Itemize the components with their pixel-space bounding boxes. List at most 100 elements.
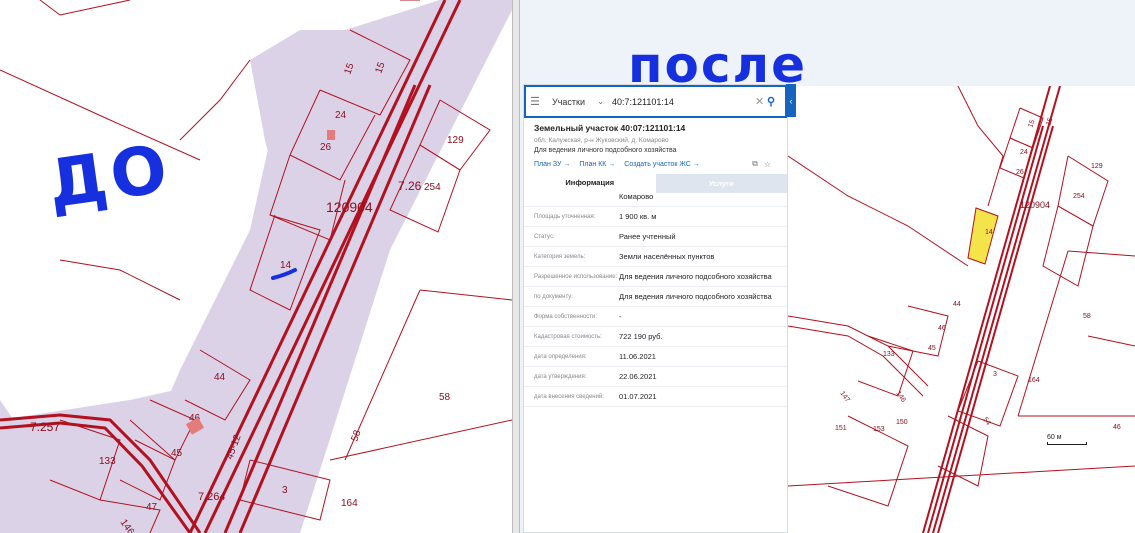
map-label: 133	[99, 456, 116, 467]
panel-tabs: Информация Услуги	[524, 174, 787, 193]
parcel-title: Земельный участок 40:07:121101:14	[534, 123, 686, 133]
map-label: 26	[320, 142, 332, 153]
info-key: Форма собственности:	[534, 313, 598, 320]
map-label: 47	[146, 502, 158, 513]
map-label: 7.257	[30, 420, 60, 434]
map-label: 24	[1020, 149, 1028, 156]
map-label: 44	[953, 301, 961, 308]
info-row: по документу: Для ведения личного подсоб…	[524, 287, 787, 307]
info-value: 11.06.2021	[619, 351, 656, 361]
info-row: Разрешенное использование: Для ведения л…	[524, 267, 787, 287]
clear-icon[interactable]: ✕	[755, 95, 767, 108]
map-after[interactable]: 15 15 24 26 129 254 120904 14 44 46 45 1…	[788, 86, 1135, 533]
info-value: 22.06.2021	[619, 371, 657, 381]
map-label: 14	[280, 260, 292, 271]
map-label: 164	[341, 498, 358, 509]
info-key: Площадь уточненная:	[534, 213, 596, 220]
info-row: Форма собственности: -	[524, 307, 787, 327]
tab-information[interactable]: Информация	[524, 174, 656, 193]
map-label: 7.26	[398, 179, 422, 193]
map-label: 129	[447, 135, 464, 146]
plan-kk-link[interactable]: План КК →	[579, 161, 615, 168]
map-label: 24	[335, 110, 347, 121]
map-label: 58	[439, 392, 451, 403]
search-icon[interactable]: ⚲	[767, 95, 781, 108]
plan-zu-link[interactable]: План ЗУ →	[534, 161, 570, 168]
info-rows: Комарово Площадь уточненная: 1 900 кв. м…	[524, 193, 787, 453]
info-value: 1 900 кв. м	[619, 211, 657, 221]
map-label: 146	[894, 390, 906, 404]
info-row: дата определения: 11.06.2021	[524, 347, 787, 367]
map-scale-label: 60 м	[1047, 434, 1062, 441]
map-label: 44	[214, 372, 226, 383]
info-key: Статус:	[534, 233, 555, 240]
cadastral-map-before: 15 15 24 26 129 7.26 254 120904 14 44 46…	[0, 0, 512, 533]
map-label: 129	[1091, 163, 1103, 170]
map-label: 15	[1027, 119, 1036, 129]
map-label: 14	[985, 229, 993, 236]
chevron-down-icon: ⌄	[597, 97, 604, 106]
info-key: по документу:	[534, 293, 573, 300]
info-row: Категория земель: Земли населённых пункт…	[524, 247, 787, 267]
map-before[interactable]: 15 15 24 26 129 7.26 254 120904 14 44 46…	[0, 0, 512, 533]
info-key: Разрешенное использование:	[534, 273, 618, 280]
map-label: 150	[896, 419, 908, 426]
map-label: 151	[835, 425, 847, 432]
info-key: дата утверждения:	[534, 373, 587, 380]
map-label: 147	[838, 390, 850, 404]
info-value: Земли населённых пунктов	[619, 251, 715, 261]
map-label: 133	[883, 351, 895, 358]
selected-parcel[interactable]	[967, 207, 999, 265]
create-parcel-link[interactable]: Создать участок ЖС →	[624, 161, 700, 168]
info-row: Статус: Ранее учтенный	[524, 227, 787, 247]
tab-services[interactable]: Услуги	[655, 174, 787, 193]
info-value: Для ведения личного подсобного хозяйства	[619, 291, 772, 301]
info-key: дата определения:	[534, 353, 587, 360]
map-label: 58	[349, 428, 363, 443]
map-label: 26	[1016, 169, 1024, 176]
map-label: 3	[282, 485, 288, 496]
menu-icon[interactable]: ☰	[530, 95, 544, 108]
search-bar: ☰ Участки ⌄ 40:7:121101:14 ✕ ⚲	[524, 85, 787, 118]
info-value: Комарово	[619, 193, 654, 201]
info-value: -	[619, 311, 622, 321]
info-value: Для ведения личного подсобного хозяйства	[619, 271, 772, 281]
map-label: 254	[424, 182, 441, 193]
search-input[interactable]: 40:7:121101:14	[608, 97, 755, 107]
info-row: дата утверждения: 22.06.2021	[524, 367, 787, 387]
info-key: дата внесения сведений:	[534, 393, 604, 400]
collapse-panel-button[interactable]: ‹	[786, 84, 796, 117]
map-label: 120904	[1020, 200, 1050, 210]
parcel-address: обл. Калужская, р-н Жуковский, д. Комаро…	[534, 137, 669, 144]
map-label: 164	[1028, 377, 1040, 384]
map-scale-bar	[1047, 442, 1087, 445]
map-label: 3	[993, 371, 997, 378]
map-label: 254	[1073, 193, 1085, 200]
parcel-use: Для ведения личного подсобного хозяйства	[534, 147, 677, 154]
info-value: Ранее учтенный	[619, 231, 676, 241]
info-row: Кадастровая стоимость: 722 190 руб.	[524, 327, 787, 347]
info-panel: ☰ Участки ⌄ 40:7:121101:14 ✕ ⚲ Земельный…	[523, 84, 788, 533]
info-row: дата внесения сведений: 01.07.2021	[524, 387, 787, 407]
building-icon	[327, 130, 335, 140]
map-label: 120904	[326, 199, 373, 215]
map-label: 15	[1045, 117, 1054, 127]
star-icon[interactable]: ☆	[764, 160, 771, 169]
map-label: 54	[981, 416, 991, 426]
map-label: 58	[1083, 313, 1091, 320]
map-label: 7.264	[198, 491, 226, 503]
search-type-select[interactable]: Участки ⌄	[544, 97, 608, 107]
search-type-label: Участки	[552, 96, 585, 107]
info-row: Площадь уточненная: 1 900 кв. м	[524, 207, 787, 227]
document-icon[interactable]: ⧉	[752, 159, 758, 169]
map-label: 153	[873, 426, 885, 433]
info-key: Категория земель:	[534, 253, 586, 260]
cadastral-map-after: 15 15 24 26 129 254 120904 14 44 46 45 1…	[788, 86, 1135, 533]
map-label: 46	[1113, 424, 1121, 431]
info-key: Кадастровая стоимость:	[534, 333, 602, 340]
split-divider	[512, 0, 520, 533]
map-label: 45	[171, 448, 183, 459]
map-label: 45	[928, 345, 936, 352]
map-label: 46	[938, 325, 946, 332]
info-value: 722 190 руб.	[619, 331, 663, 341]
